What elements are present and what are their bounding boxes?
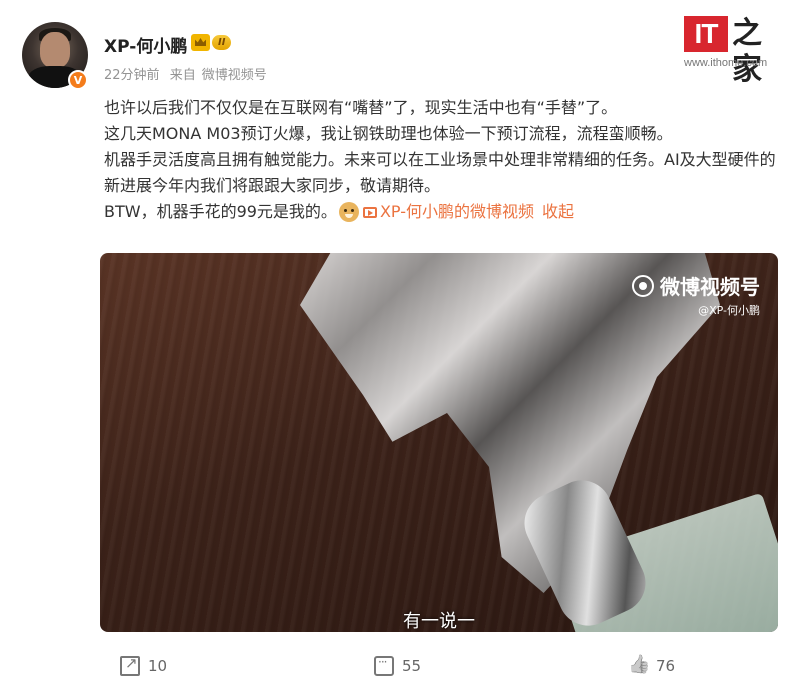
share-button[interactable]: 10 — [120, 654, 168, 676]
content-line-1: 也许以后我们不仅仅是在互联网有“嘴替”了，现实生活中也有“手替”了。 — [104, 98, 618, 117]
post-meta: 22分钟前 来自 微博视频号 — [104, 64, 273, 83]
comment-icon — [374, 655, 394, 676]
verified-badge: V — [68, 70, 88, 90]
level-badge[interactable]: II — [191, 33, 241, 52]
video-link[interactable]: XP-何小鹏的微博视频 — [362, 199, 534, 225]
ithome-logo: IT 之家 — [684, 14, 784, 87]
logo-url: www.ithome.com — [684, 57, 768, 69]
weibo-eye-icon — [632, 274, 654, 297]
collapse-link[interactable]: 收起 — [542, 199, 574, 225]
post-actions: 10 55 76 — [0, 654, 794, 684]
video-link-icon — [362, 206, 377, 218]
video-watermark: 微博视频号 @XP-何小鹏 — [632, 271, 760, 318]
content-line-4-text: BTW，机器手花的99元是我的。 — [104, 202, 337, 221]
content-line-3: 机器手灵活度高且拥有触觉能力。未来可以在工业场景中处理非常精细的任务。AI及大型… — [104, 150, 776, 195]
post-time[interactable]: 22分钟前 — [104, 68, 160, 83]
logo-name: 之家 — [732, 16, 762, 87]
post-source[interactable]: 微博视频号 — [202, 68, 267, 83]
crown-icon — [191, 34, 210, 51]
watermark-title: 微博视频号 — [660, 275, 760, 299]
like-count: 76 — [656, 657, 676, 675]
level-text: II — [212, 35, 232, 50]
avatar-face — [40, 32, 70, 68]
like-icon — [628, 656, 648, 676]
logo-mark: IT — [684, 16, 728, 52]
video-player[interactable]: 微博视频号 @XP-何小鹏 有一说一 — [100, 253, 778, 632]
share-icon — [120, 654, 140, 676]
username[interactable]: XP-何小鹏 — [104, 32, 187, 57]
comment-count: 55 — [402, 657, 422, 675]
comment-button[interactable]: 55 — [374, 655, 422, 676]
doge-emoji-icon — [338, 202, 359, 222]
content-line-2: 这几天MONA M03预订火爆，我让钢铁助理也体验一下预订流程，流程蛮顺畅。 — [104, 124, 673, 143]
post-content: 也许以后我们不仅仅是在互联网有“嘴替”了，现实生活中也有“手替”了。 这几天MO… — [104, 95, 784, 225]
like-button[interactable]: 76 — [628, 656, 675, 676]
source-prefix: 来自 — [169, 68, 196, 83]
share-count: 10 — [148, 657, 168, 675]
content-line-4: BTW，机器手花的99元是我的。 XP-何小鹏的微博视频 收起 — [104, 199, 784, 225]
watermark-handle: @XP-何小鹏 — [698, 304, 760, 317]
video-subtitle: 有一说一 — [403, 611, 475, 632]
video-link-text[interactable]: XP-何小鹏的微博视频 — [380, 199, 534, 225]
